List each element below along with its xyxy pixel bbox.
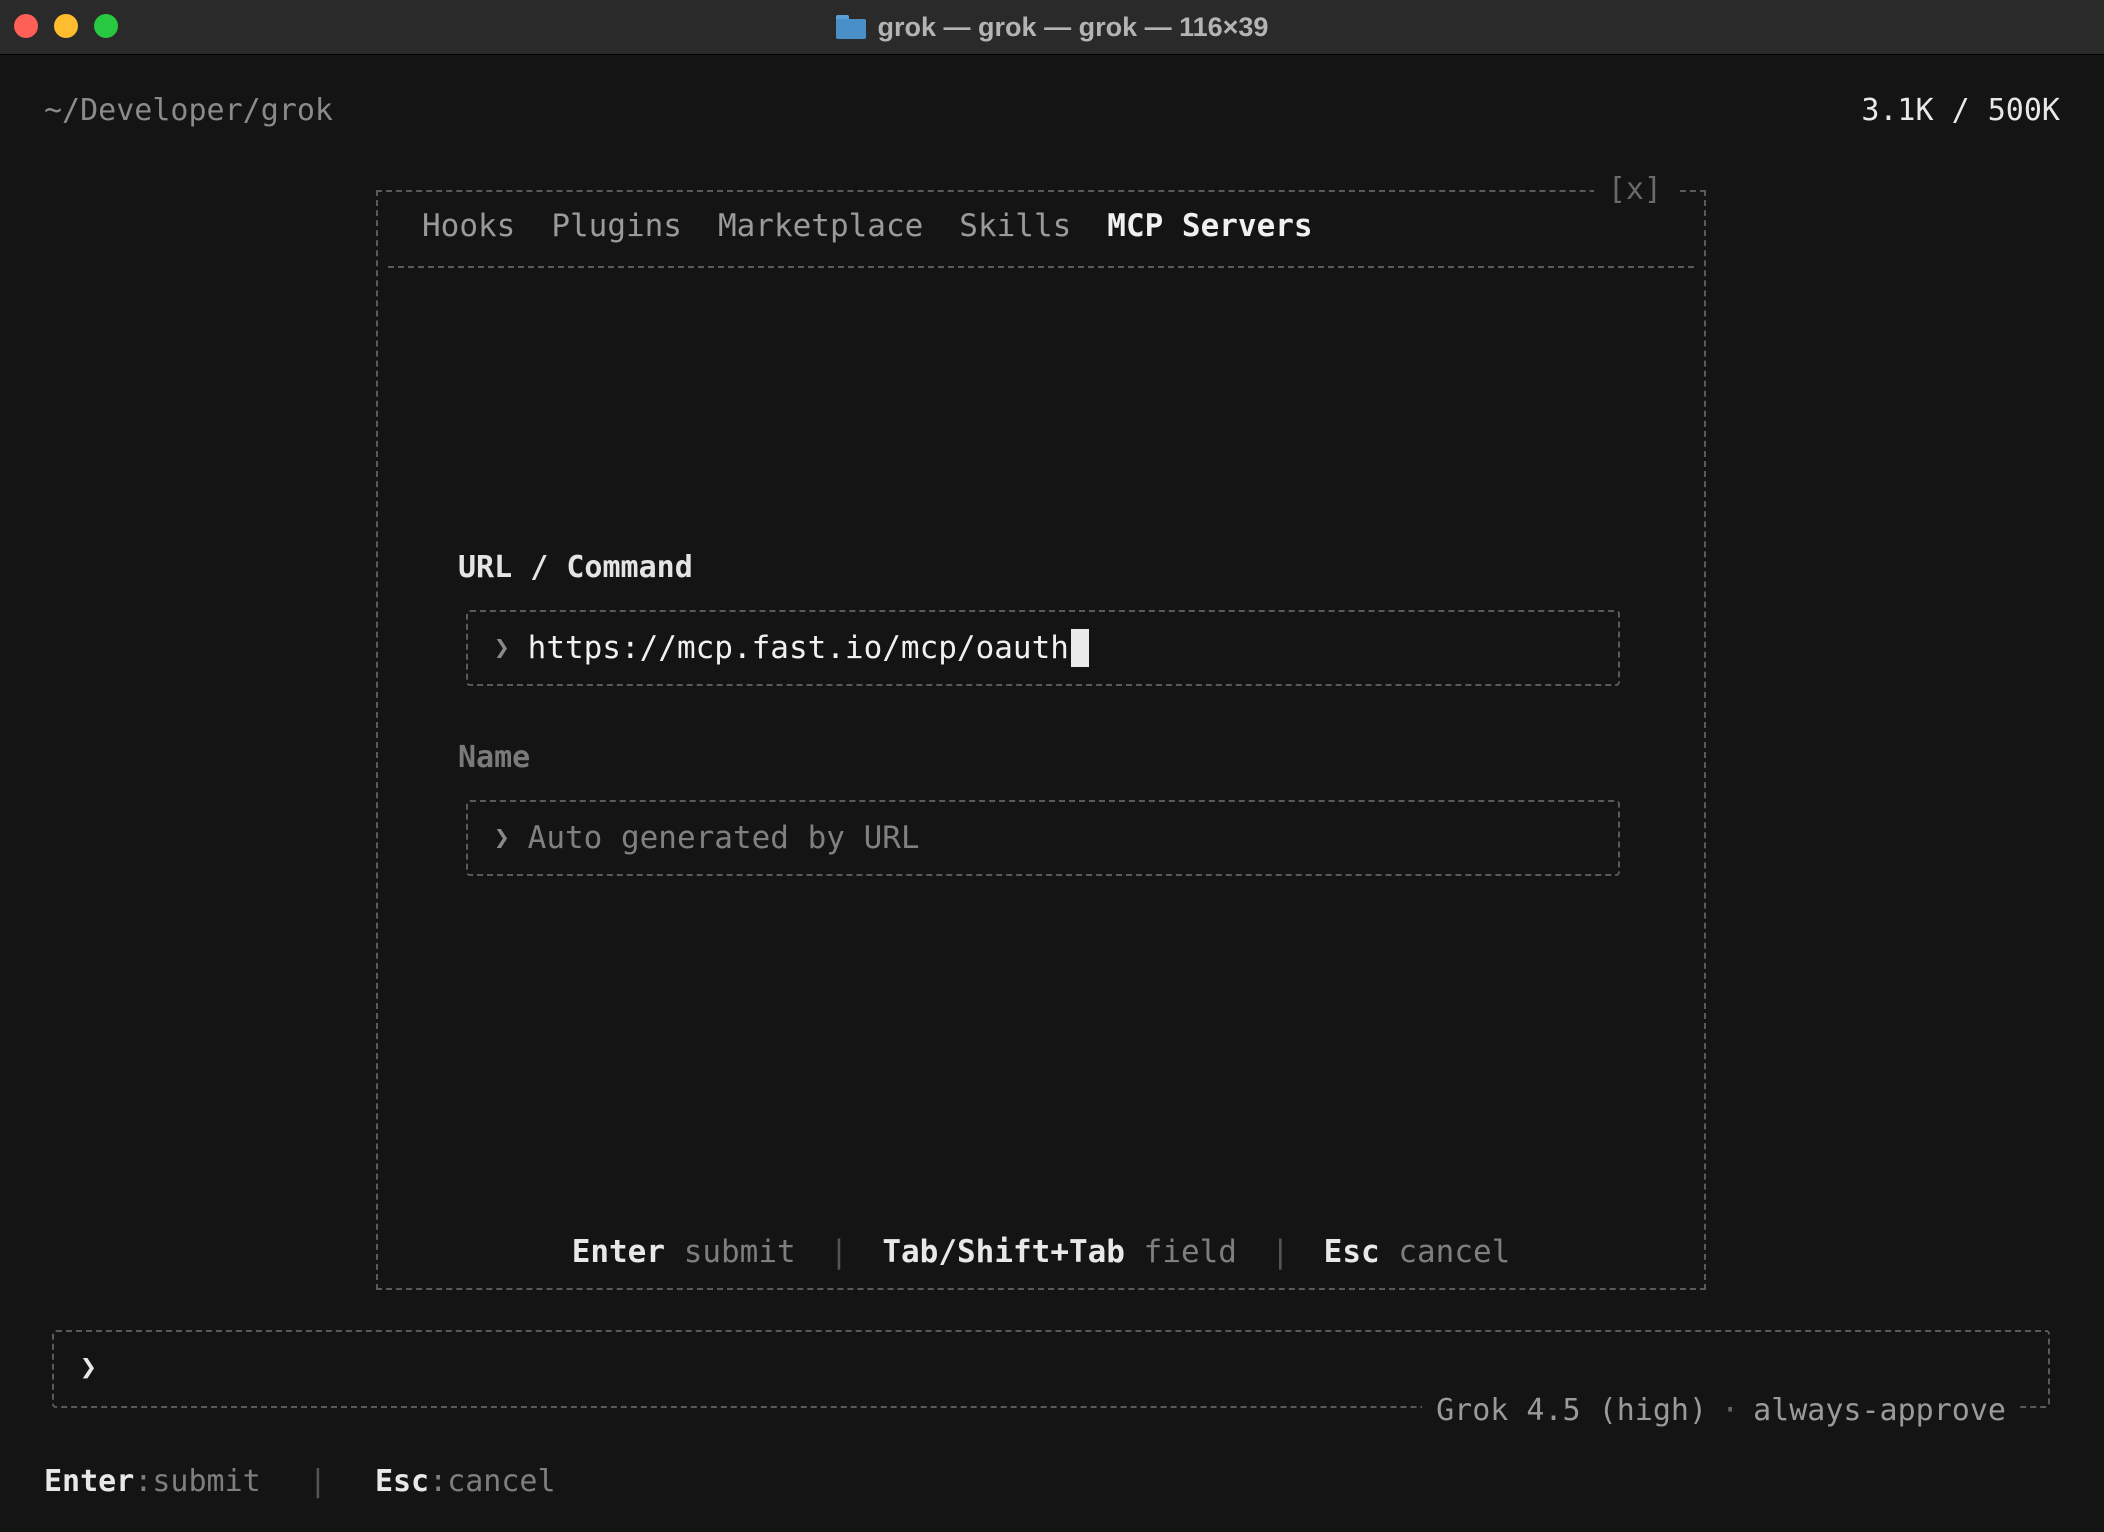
hint-action-field: field bbox=[1143, 1234, 1237, 1270]
name-placeholder: Auto generated by URL bbox=[527, 820, 920, 856]
hint-separator: | bbox=[829, 1234, 849, 1270]
current-directory: ~/Developer/grok bbox=[44, 93, 333, 128]
tab-mcp-servers[interactable]: MCP Servers bbox=[1107, 208, 1312, 244]
hint-key-enter: Enter bbox=[571, 1234, 666, 1270]
footer-key-separator: : bbox=[134, 1464, 153, 1499]
window-title: grok — grok — grok — 116×39 bbox=[0, 0, 2104, 54]
hint-key-esc: Esc bbox=[1323, 1234, 1380, 1270]
footer-action-submit: submit bbox=[152, 1464, 261, 1499]
footer-key-esc: Esc bbox=[374, 1464, 430, 1499]
tab-divider bbox=[388, 266, 1694, 268]
tab-marketplace[interactable]: Marketplace bbox=[718, 208, 923, 244]
url-command-input[interactable]: ❯ https://mcp.fast.io/mcp/oauth bbox=[466, 610, 1620, 686]
settings-dialog: [x] Hooks Plugins Marketplace Skills MCP… bbox=[376, 172, 1706, 1290]
hint-action-submit: submit bbox=[683, 1234, 796, 1270]
url-command-label: URL / Command bbox=[458, 550, 693, 585]
window-title-text: grok — grok — grok — 116×39 bbox=[877, 11, 1269, 42]
chevron-right-icon: ❯ bbox=[494, 633, 510, 663]
tab-hooks[interactable]: Hooks bbox=[422, 208, 515, 244]
dialog-close-button[interactable]: [x] bbox=[1593, 172, 1676, 207]
name-input[interactable]: ❯ Auto generated by URL bbox=[466, 800, 1620, 876]
footer-keyboard-hints: Enter:submit | Esc:cancel bbox=[44, 1464, 556, 1499]
footer-key-enter: Enter bbox=[44, 1464, 135, 1499]
token-usage: 3.1K / 500K bbox=[1861, 93, 2060, 128]
prompt-input[interactable]: ❯ Grok 4.5 (high) · always-approve bbox=[52, 1330, 2050, 1428]
model-status: Grok 4.5 (high) · always-approve bbox=[1422, 1393, 2020, 1428]
model-separator: · bbox=[1721, 1393, 1740, 1428]
text-cursor bbox=[1070, 629, 1089, 667]
tab-plugins[interactable]: Plugins bbox=[551, 208, 682, 244]
url-command-value: https://mcp.fast.io/mcp/oauth bbox=[527, 630, 1069, 666]
model-name: Grok 4.5 (high) bbox=[1436, 1393, 1708, 1428]
tab-skills[interactable]: Skills bbox=[959, 208, 1071, 244]
hint-action-cancel: cancel bbox=[1398, 1234, 1511, 1270]
dialog-keyboard-hints: Enter submit | Tab/Shift+Tab field | Esc… bbox=[378, 1234, 1704, 1270]
title-bar: grok — grok — grok — 116×39 bbox=[0, 0, 2104, 55]
hint-separator: | bbox=[1270, 1234, 1290, 1270]
footer-action-cancel: cancel bbox=[447, 1464, 556, 1499]
name-label: Name bbox=[458, 740, 531, 775]
approval-mode: always-approve bbox=[1753, 1393, 2006, 1428]
prompt-chevron-icon: ❯ bbox=[80, 1350, 97, 1383]
footer-key-separator: : bbox=[429, 1464, 448, 1499]
tab-bar: Hooks Plugins Marketplace Skills MCP Ser… bbox=[422, 208, 1313, 244]
hint-key-tab: Tab/Shift+Tab bbox=[882, 1234, 1125, 1270]
footer-separator: | bbox=[308, 1464, 327, 1499]
folder-icon bbox=[835, 15, 866, 39]
chevron-right-icon: ❯ bbox=[494, 823, 510, 853]
